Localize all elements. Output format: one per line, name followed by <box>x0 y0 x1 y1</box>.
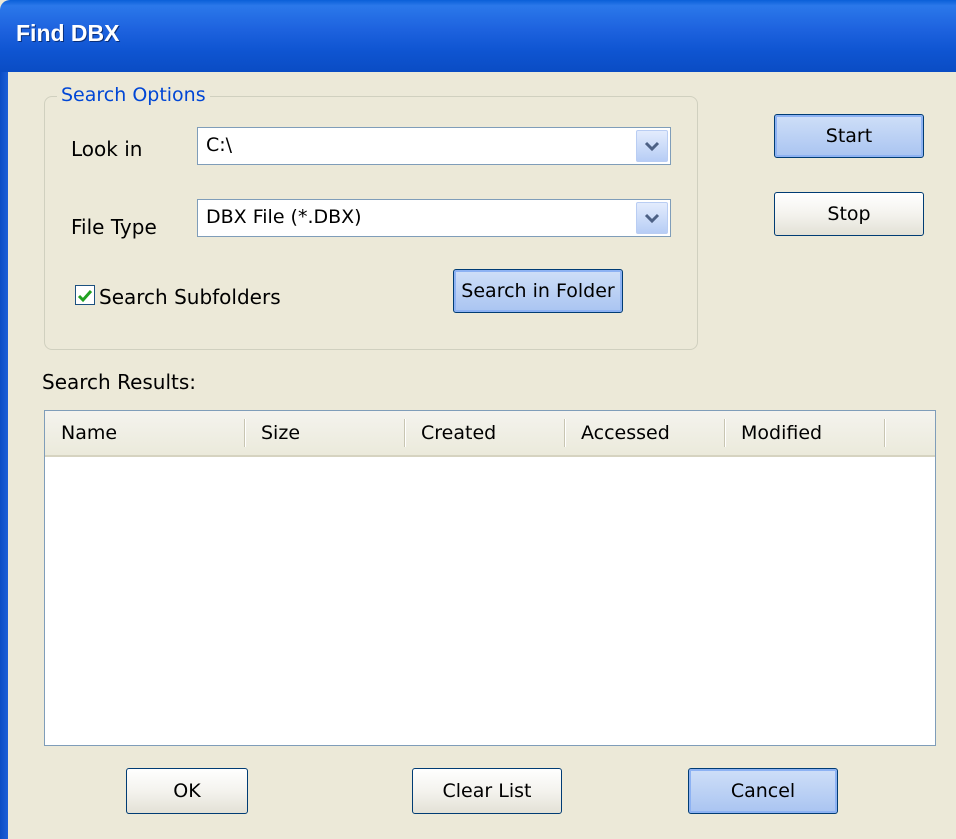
chevron-down-icon[interactable] <box>636 202 668 234</box>
clear-list-button[interactable]: Clear List <box>412 768 562 814</box>
start-button[interactable]: Start <box>774 114 924 158</box>
column-header-modified[interactable]: Modified <box>725 411 885 455</box>
file-type-label: File Type <box>71 215 157 239</box>
column-header-size[interactable]: Size <box>245 411 405 455</box>
search-subfolders-checkbox[interactable] <box>75 285 95 305</box>
ok-button[interactable]: OK <box>126 768 248 814</box>
search-options-group: Search Options Look in C:\ File Type DBX… <box>44 84 698 350</box>
dialog-client-area: Search Options Look in C:\ File Type DBX… <box>8 72 956 839</box>
window-title: Find DBX <box>16 20 120 46</box>
search-results-label: Search Results: <box>42 370 197 394</box>
checkmark-icon <box>77 290 93 303</box>
find-dbx-dialog: Find DBX Search Options Look in C:\ File… <box>0 0 956 839</box>
stop-button[interactable]: Stop <box>774 192 924 236</box>
title-bar[interactable]: Find DBX <box>0 0 956 72</box>
look-in-combobox[interactable]: C:\ <box>197 127 671 165</box>
look-in-value: C:\ <box>206 134 233 156</box>
search-in-folder-button[interactable]: Search in Folder <box>453 269 623 313</box>
search-options-legend: Search Options <box>57 84 210 106</box>
cancel-button[interactable]: Cancel <box>688 768 838 814</box>
search-results-list[interactable]: Name Size Created Accessed Modified <box>44 410 936 746</box>
file-type-value: DBX File (*.DBX) <box>206 206 362 228</box>
chevron-down-icon[interactable] <box>636 130 668 162</box>
look-in-label: Look in <box>71 137 143 161</box>
window-left-border <box>0 72 8 839</box>
file-type-combobox[interactable]: DBX File (*.DBX) <box>197 199 671 237</box>
column-header-name[interactable]: Name <box>45 411 245 455</box>
column-header-created[interactable]: Created <box>405 411 565 455</box>
column-separator[interactable] <box>884 419 886 447</box>
column-header-accessed[interactable]: Accessed <box>565 411 725 455</box>
search-subfolders-label[interactable]: Search Subfolders <box>99 285 281 309</box>
results-header: Name Size Created Accessed Modified <box>45 411 935 457</box>
